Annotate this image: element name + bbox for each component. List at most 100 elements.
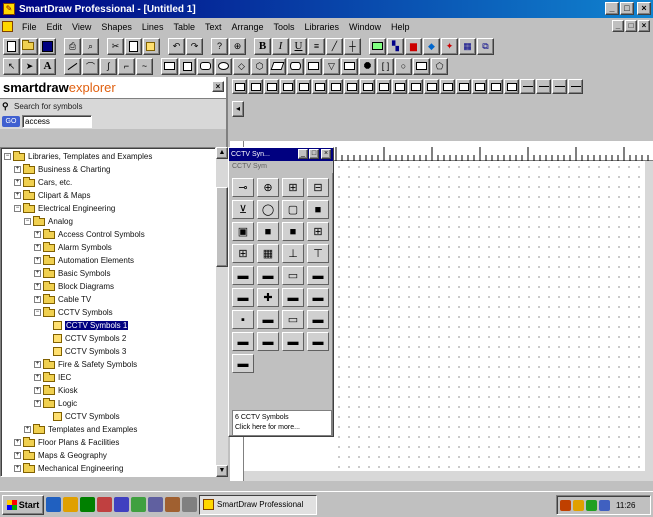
start-button[interactable]: Start <box>2 494 44 515</box>
expand-icon[interactable]: + <box>24 426 31 433</box>
card-tool-button[interactable] <box>413 57 430 75</box>
underline-button[interactable]: U <box>290 37 307 55</box>
menu-file[interactable]: File <box>17 22 42 32</box>
cctv-symbol-tile[interactable]: ▬ <box>307 288 329 307</box>
quicklaunch-outlook-icon[interactable] <box>63 497 78 512</box>
menu-shapes[interactable]: Shapes <box>96 22 137 32</box>
line-style-button[interactable]: ╱ <box>326 37 343 55</box>
tree-item[interactable]: − CCTV Symbols <box>34 306 113 318</box>
italic-button[interactable]: I <box>272 37 289 55</box>
tree-item[interactable]: CCTV Symbols 2 <box>44 333 126 344</box>
symbol-button[interactable]: ✦ <box>441 37 458 55</box>
library-shape-button[interactable] <box>344 79 359 94</box>
quicklaunch-app-icon[interactable] <box>97 497 112 512</box>
cctv-symbol-tile[interactable]: ⊞ <box>282 178 304 197</box>
pentagon-tool-button[interactable]: ⬠ <box>431 57 448 75</box>
quicklaunch-printer-icon[interactable] <box>182 497 197 512</box>
cctv-symbol-tile[interactable]: ▬ <box>232 288 254 307</box>
select-tool-button[interactable]: ➤ <box>21 57 38 75</box>
chart-button[interactable]: ▚ <box>387 37 404 55</box>
tree-item[interactable]: + Kiosk <box>34 384 78 396</box>
maximize-button[interactable]: □ <box>620 2 634 15</box>
cctv-symbol-tile[interactable]: ▪ <box>232 310 254 329</box>
link-button[interactable]: ⧉ <box>477 37 494 55</box>
expand-icon[interactable]: + <box>34 257 41 264</box>
palette-status-more[interactable]: Click here for more... <box>235 423 329 433</box>
cctv-symbol-tile[interactable]: ■ <box>307 200 329 219</box>
collapse-icon[interactable]: − <box>24 218 31 225</box>
cctv-symbol-tile[interactable]: ⊥ <box>282 244 304 263</box>
palette-more-link[interactable]: 6 CCTV Symbols Click here for more... <box>232 410 332 436</box>
library-page-arrow-icon[interactable]: ◂ <box>232 101 244 117</box>
search-go-button[interactable]: GO <box>2 115 20 127</box>
quicklaunch-folder-icon[interactable] <box>165 497 180 512</box>
bracket-tool-button[interactable]: [ ] <box>377 57 394 75</box>
canvas-vertical-scrollbar[interactable] <box>645 161 653 471</box>
tray-network-icon[interactable] <box>573 499 584 511</box>
palette-minimize-button[interactable]: _ <box>298 149 308 159</box>
collapse-icon[interactable]: − <box>4 153 11 160</box>
palette-close-button[interactable]: × <box>321 149 331 159</box>
menu-help[interactable]: Help <box>386 22 415 32</box>
save-button[interactable] <box>39 37 56 55</box>
tree-scrollbar[interactable]: ▲ ▼ <box>216 147 228 477</box>
rounded-rect-tool-button[interactable] <box>197 57 214 75</box>
cctv-symbol-tile[interactable]: ⊤ <box>307 244 329 263</box>
menu-lines[interactable]: Lines <box>137 22 169 32</box>
octagon-tool-button[interactable]: ⯃ <box>359 57 376 75</box>
menu-window[interactable]: Window <box>344 22 386 32</box>
cctv-symbol-tile[interactable]: ⊸ <box>232 178 254 197</box>
library-shape-button[interactable] <box>568 79 583 94</box>
library-shape-button[interactable] <box>472 79 487 94</box>
text-tool-button[interactable]: A <box>39 57 56 75</box>
title-bar[interactable]: ✎ SmartDraw Professional - [Untitled 1] … <box>0 0 653 18</box>
tray-monitor-icon[interactable] <box>599 499 610 511</box>
palette-maximize-button[interactable]: □ <box>309 149 319 159</box>
library-shape-button[interactable] <box>520 79 535 94</box>
tree-item[interactable]: + Business & Charting <box>14 163 110 175</box>
cctv-symbol-tile[interactable]: ⊟ <box>307 178 329 197</box>
scroll-thumb[interactable] <box>216 187 228 267</box>
paste-button[interactable] <box>143 37 160 55</box>
library-shape-button[interactable] <box>328 79 343 94</box>
library-shape-button[interactable] <box>232 79 247 94</box>
zoom-button[interactable]: ⊕ <box>229 37 246 55</box>
print-button[interactable]: ⎙ <box>64 37 81 55</box>
expand-icon[interactable]: + <box>34 231 41 238</box>
library-shape-button[interactable] <box>552 79 567 94</box>
cctv-symbol-tile[interactable]: ⊕ <box>257 178 279 197</box>
polyline-tool-button[interactable]: ⌐ <box>118 57 135 75</box>
cctv-symbol-tile[interactable]: ▬ <box>232 332 254 351</box>
redo-button[interactable]: ↷ <box>186 37 203 55</box>
tree-item[interactable]: + Fire & Safety Symbols <box>34 358 137 370</box>
cctv-symbol-tile[interactable]: ▭ <box>282 310 304 329</box>
expand-icon[interactable]: + <box>14 179 21 186</box>
tree-item[interactable]: + Logic <box>34 397 77 409</box>
library-shape-button[interactable] <box>248 79 263 94</box>
menu-text[interactable]: Text <box>200 22 227 32</box>
page-grid[interactable] <box>334 162 647 471</box>
quicklaunch-ie-icon[interactable] <box>46 497 61 512</box>
tree-item[interactable]: + Maps & Geography <box>14 449 107 461</box>
library-shape-button[interactable] <box>360 79 375 94</box>
tree-item[interactable]: + Mechanical Engineering <box>14 462 123 474</box>
expand-icon[interactable]: + <box>34 361 41 368</box>
cctv-symbol-tile[interactable]: ⊞ <box>232 244 254 263</box>
expand-icon[interactable]: + <box>34 283 41 290</box>
table-button[interactable]: ▦ <box>459 37 476 55</box>
line-tool-button[interactable] <box>64 57 81 75</box>
expand-icon[interactable]: + <box>34 387 41 394</box>
tree-item[interactable]: + Clipart & Maps <box>14 189 90 201</box>
menu-libraries[interactable]: Libraries <box>300 22 345 32</box>
cctv-symbol-tile[interactable]: ✚ <box>257 288 279 307</box>
insert-picture-button[interactable]: ◆ <box>423 37 440 55</box>
help-button[interactable]: ? <box>211 37 228 55</box>
cctv-symbol-tile[interactable]: ▢ <box>282 200 304 219</box>
arc-tool-button[interactable]: ⌒ <box>82 57 99 75</box>
new-button[interactable] <box>3 37 20 55</box>
minimize-button[interactable]: _ <box>605 2 619 15</box>
connector-button[interactable]: ┼ <box>344 37 361 55</box>
hexagon-tool-button[interactable]: ⬡ <box>251 57 268 75</box>
scroll-down-arrow-icon[interactable]: ▼ <box>216 465 228 477</box>
cctv-symbol-tile[interactable]: ▬ <box>232 266 254 285</box>
